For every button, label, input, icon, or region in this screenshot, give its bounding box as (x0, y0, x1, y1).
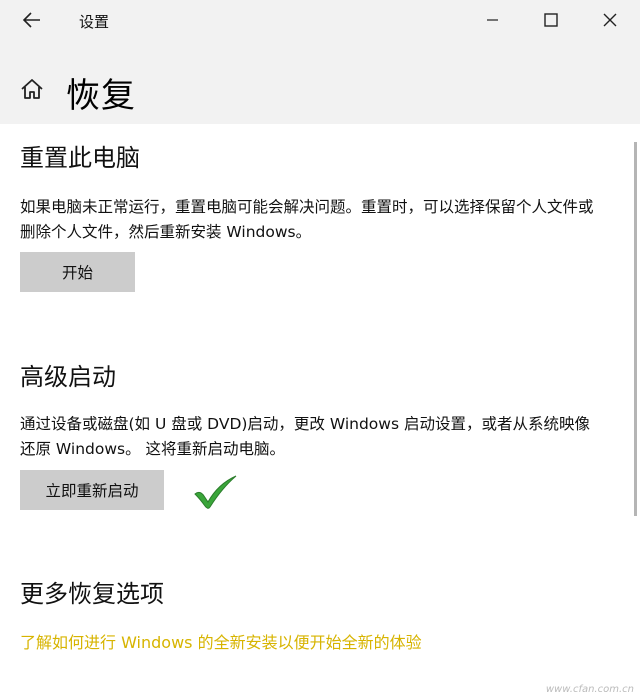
page-header: 恢复 (0, 42, 640, 124)
back-arrow-icon (22, 12, 40, 28)
more-options-title: 更多恢复选项 (20, 580, 164, 608)
page-title: 恢复 (66, 76, 136, 116)
minimize-icon (487, 19, 498, 21)
watermark: www.cfan.com.cn (545, 684, 634, 695)
maximize-button[interactable] (531, 4, 571, 36)
window-title: 设置 (79, 13, 110, 31)
title-bar: 设置 (0, 0, 640, 42)
close-icon (603, 13, 617, 27)
minimize-button[interactable] (473, 4, 513, 36)
content-area: 重置此电脑 如果电脑未正常运行，重置电脑可能会解决问题。重置时，可以选择保留个人… (0, 124, 634, 699)
close-button[interactable] (590, 4, 630, 36)
back-button[interactable] (16, 6, 48, 34)
green-checkmark-icon (194, 475, 237, 509)
home-icon[interactable] (20, 78, 44, 100)
maximize-icon (544, 13, 558, 27)
reset-start-button[interactable]: 开始 (20, 252, 135, 292)
scrollbar[interactable] (634, 142, 637, 516)
reset-description: 如果电脑未正常运行，重置电脑可能会解决问题。重置时，可以选择保留个人文件或删除个… (20, 198, 594, 241)
restart-now-button[interactable]: 立即重新启动 (20, 470, 164, 510)
advanced-section-title: 高级启动 (20, 363, 116, 391)
clean-install-link[interactable]: 了解如何进行 Windows 的全新安装以便开始全新的体验 (20, 629, 422, 653)
reset-section-title: 重置此电脑 (20, 144, 140, 172)
advanced-description: 通过设备或磁盘(如 U 盘或 DVD)启动，更改 Windows 启动设置，或者… (20, 415, 590, 458)
